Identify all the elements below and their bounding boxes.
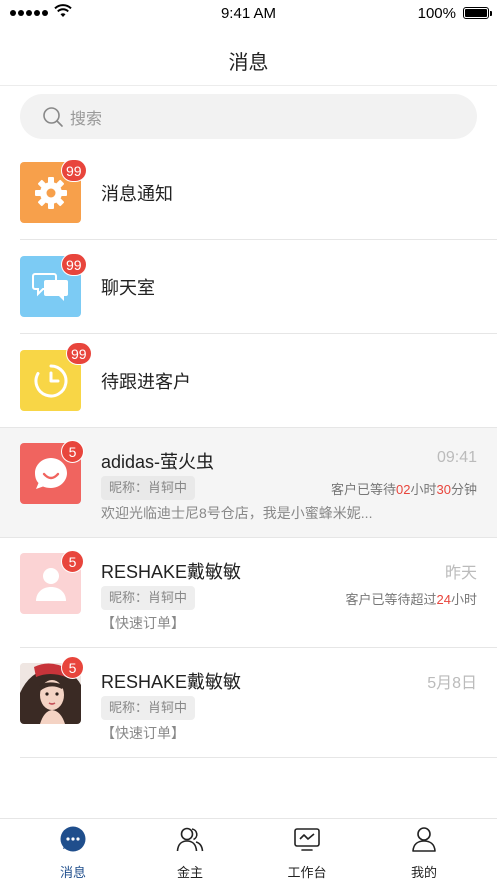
monitor-icon xyxy=(294,828,320,851)
unread-badge: 5 xyxy=(61,550,84,573)
list-item-label: 待跟进客户 xyxy=(101,372,191,392)
nickname-tag: 昵称：肖轲中 xyxy=(101,696,196,720)
wait-status: 客户已等待02小时30分钟 xyxy=(331,482,477,497)
chat-name: RESHAKE戴敏敏 xyxy=(101,672,242,692)
unread-badge: 99 xyxy=(61,253,87,276)
gear-icon xyxy=(34,176,67,209)
tab-messages[interactable]: 消息 xyxy=(11,819,135,883)
wait-status: 客户已等待超过24小时 xyxy=(345,592,478,607)
chat-time: 09:41 xyxy=(436,449,477,466)
nav-bar: 消息 xyxy=(0,28,497,86)
tab-profile[interactable]: 我的 xyxy=(362,819,486,883)
message-bubble-icon xyxy=(60,826,86,852)
list-item-label: 消息通知 xyxy=(101,184,173,204)
message-preview: 【快速订单】 xyxy=(101,725,185,741)
list-item-label: 聊天室 xyxy=(101,278,155,298)
chat-item-reshake-1[interactable]: 5 RESHAKE戴敏敏 昨天 昵称：肖轲中 客户已等待超过24小时 【快速订单… xyxy=(0,538,497,648)
tab-sponsors[interactable]: 金主 xyxy=(128,819,252,883)
chat-name: adidas-萤火虫 xyxy=(101,452,215,472)
list-item-notifications[interactable]: 99 消息通知 xyxy=(0,146,497,240)
tab-workbench[interactable]: 工作台 xyxy=(245,819,369,883)
users-icon xyxy=(176,827,204,852)
person-icon xyxy=(35,567,66,601)
chat-time: 5月8日 xyxy=(427,675,477,692)
divider xyxy=(20,757,497,758)
nickname-tag: 昵称：肖轲中 xyxy=(101,586,196,610)
smile-face-icon xyxy=(34,457,67,489)
tab-label: 工作台 xyxy=(287,865,327,880)
tab-label: 我的 xyxy=(410,865,437,880)
tab-label: 金主 xyxy=(176,865,203,880)
search-placeholder: 搜索 xyxy=(70,110,103,128)
unread-badge: 5 xyxy=(61,656,84,679)
message-preview: 欢迎光临迪士尼8号仓店，我是小蜜蜂米妮... xyxy=(101,505,373,521)
clock-icon xyxy=(34,364,67,397)
message-preview: 【快速订单】 xyxy=(101,615,185,631)
chat-item-adidas[interactable]: 5 adidas-萤火虫 09:41 昵称：肖轲中 客户已等待02小时30分钟 … xyxy=(0,428,497,538)
chat-item-reshake-2[interactable]: 5 RESHAKE戴敏敏 5月8日 昵称：肖轲中 【快速订单】 xyxy=(0,648,497,758)
unread-badge: 5 xyxy=(61,440,84,463)
chat-name: RESHAKE戴敏敏 xyxy=(101,562,242,582)
search-icon xyxy=(43,106,63,127)
unread-badge: 99 xyxy=(66,342,92,365)
battery-icon xyxy=(463,7,492,19)
tab-bar: 消息 金主 工作台 我的 xyxy=(0,818,497,883)
list-item-followup[interactable]: 99 待跟进客户 xyxy=(0,334,497,428)
user-icon xyxy=(412,827,436,852)
list-item-chatroom[interactable]: 99 聊天室 xyxy=(0,240,497,334)
nickname-tag: 昵称：肖轲中 xyxy=(101,476,196,500)
unread-badge: 99 xyxy=(61,159,87,182)
search-input[interactable]: 搜索 xyxy=(20,94,477,139)
tab-label: 消息 xyxy=(59,865,86,880)
chat-time: 昨天 xyxy=(444,565,477,582)
chat-bubbles-icon xyxy=(31,272,68,301)
page-title: 消息 xyxy=(228,52,269,74)
status-bar: 9:41 AM 100% xyxy=(0,0,497,28)
battery-percent: 100% xyxy=(417,5,456,22)
